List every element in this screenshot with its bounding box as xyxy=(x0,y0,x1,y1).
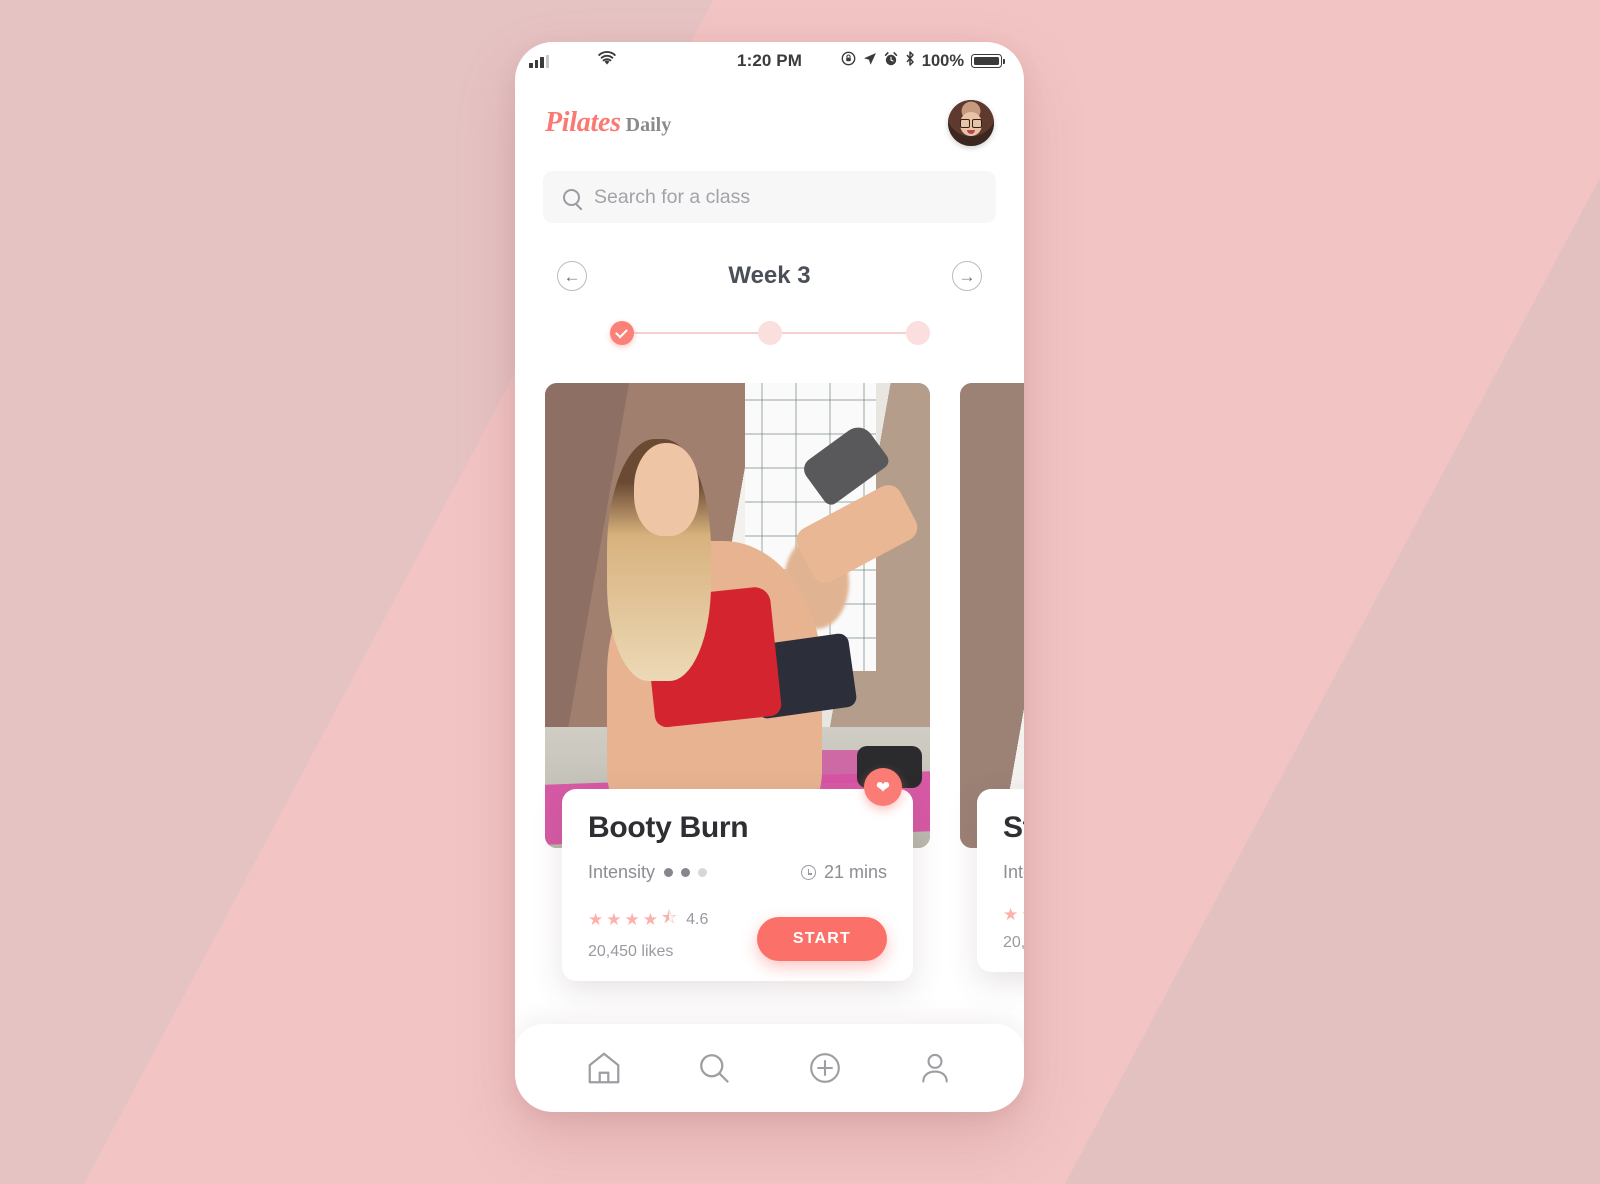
favorite-heart-icon[interactable]: ❤ xyxy=(864,768,902,806)
status-bar: 1:20 PM 100% xyxy=(515,42,1024,80)
person-icon xyxy=(917,1050,953,1086)
tab-home[interactable] xyxy=(581,1045,627,1091)
phone-frame: 1:20 PM 100% Pilates Daily Search for a … xyxy=(515,42,1024,1112)
logo-secondary: Daily xyxy=(625,114,672,136)
star-icon: ★ xyxy=(642,909,658,929)
intensity-label: Inte xyxy=(1003,862,1024,882)
tab-add[interactable] xyxy=(802,1045,848,1091)
class-info-panel: Booty Burn Intensity 21 mins ★ ★ ★ ★ ⯪ 4… xyxy=(562,789,913,981)
intensity-label: Intensity xyxy=(588,862,656,882)
class-info-panel: St Inte ★★★★ xyxy=(977,789,1024,972)
plus-circle-icon xyxy=(807,1050,843,1086)
tab-search[interactable] xyxy=(691,1045,737,1091)
alarm-icon xyxy=(884,51,898,71)
class-card-primary[interactable]: ❤ Booty Burn Intensity 21 mins ★ ★ ★ ★ ⯪… xyxy=(545,383,930,981)
class-intensity: Intensity xyxy=(588,862,708,883)
week-title: Week 3 xyxy=(728,262,811,289)
class-card-secondary[interactable]: St Inte ★★★★ xyxy=(960,383,1024,972)
intensity-dots xyxy=(664,868,708,877)
battery-icon xyxy=(971,54,1005,68)
rating-value: 4.6 xyxy=(686,910,709,928)
progress-step-1[interactable] xyxy=(609,321,634,345)
class-duration: 21 mins xyxy=(800,862,887,883)
class-image xyxy=(960,383,1024,848)
class-title: Booty Burn xyxy=(588,811,749,844)
start-button[interactable]: START xyxy=(756,917,887,961)
progress-step-3[interactable] xyxy=(905,321,930,345)
search-input[interactable]: Search for a class xyxy=(543,171,996,223)
star-half-icon: ⯪ xyxy=(661,908,678,927)
class-likes: 20,4 xyxy=(1003,934,1024,951)
week-navigation: ← Week 3 → xyxy=(557,261,982,291)
app-logo: Pilates Daily xyxy=(545,109,671,137)
search-placeholder: Search for a class xyxy=(594,185,751,208)
star-icon: ★ xyxy=(588,909,604,929)
search-icon xyxy=(563,188,580,206)
avatar[interactable] xyxy=(948,100,994,146)
star-rating: ★★★★★ xyxy=(1003,905,1024,924)
location-arrow-icon xyxy=(863,51,877,71)
week-progress xyxy=(609,319,930,347)
star-rating: ★ ★ ★ ★ ⯪ 4.6 xyxy=(588,905,708,934)
arrow-right-circle-icon[interactable]: → xyxy=(952,261,982,291)
class-likes: 20,450 likes xyxy=(588,943,674,960)
bottom-tab-bar xyxy=(515,1024,1024,1112)
logo-primary: Pilates xyxy=(545,107,621,138)
home-icon xyxy=(585,1049,623,1087)
star-icon: ★ xyxy=(624,909,640,929)
class-carousel[interactable]: St Inte ★★★★ xyxy=(515,383,1024,981)
tab-profile[interactable] xyxy=(912,1045,958,1091)
bluetooth-icon xyxy=(905,51,915,71)
duration-text: 21 mins xyxy=(823,862,887,882)
app-header: Pilates Daily xyxy=(515,80,1024,146)
progress-step-2[interactable] xyxy=(757,321,782,345)
glasses-icon xyxy=(960,119,982,128)
star-icon: ★ xyxy=(606,909,622,929)
battery-percent: 100% xyxy=(921,51,964,70)
search-icon xyxy=(696,1050,732,1086)
rotation-lock-icon xyxy=(841,51,856,71)
clock-icon xyxy=(800,865,816,880)
arrow-left-circle-icon[interactable]: ← xyxy=(557,261,587,291)
class-title: St xyxy=(1003,811,1024,844)
